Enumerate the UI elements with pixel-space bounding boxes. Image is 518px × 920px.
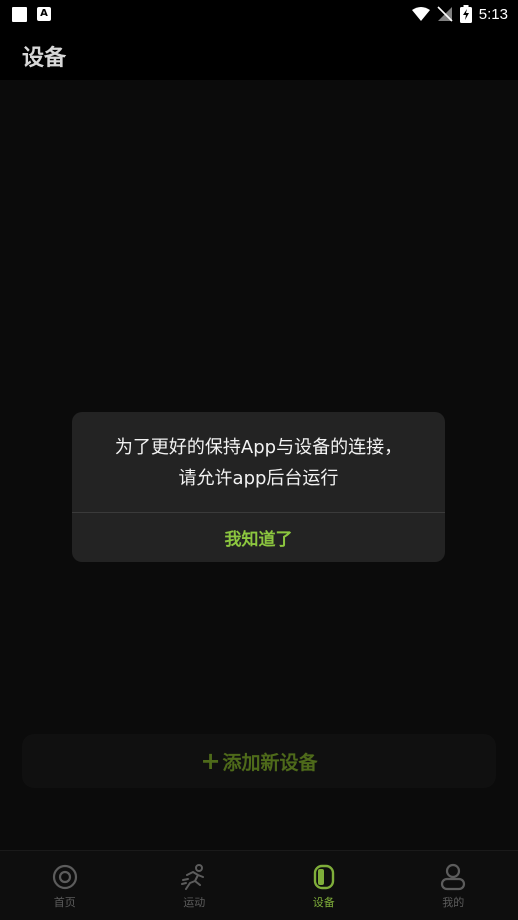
dialog-message-line1: 为了更好的保持App与设备的连接，: [114, 437, 403, 458]
dialog-confirm-button[interactable]: 我知道了: [72, 513, 445, 562]
tab-device[interactable]: 设备: [259, 851, 389, 920]
tab-sport[interactable]: 运动: [130, 851, 260, 920]
notification-square-icon: [12, 6, 27, 22]
tab-home[interactable]: 首页: [0, 851, 130, 920]
status-bar: A 5:13: [0, 0, 518, 28]
add-device-button[interactable]: + 添加新设备: [22, 734, 496, 788]
tab-home-label: 首页: [53, 896, 76, 909]
person-icon: [439, 863, 467, 891]
tab-sport-label: 运动: [183, 896, 206, 909]
dialog-message-line2: 请允许app后台运行: [178, 468, 339, 489]
plus-icon: +: [200, 747, 221, 775]
app-notification-icon: A: [37, 7, 51, 21]
tab-device-label: 设备: [312, 896, 335, 909]
status-time: 5:13: [478, 5, 508, 23]
wifi-icon: [411, 7, 430, 21]
add-device-label: 添加新设备: [222, 751, 318, 774]
target-icon: [51, 863, 79, 891]
runner-icon: [180, 863, 208, 891]
tab-mine-label: 我的: [442, 896, 465, 909]
dialog-message: 为了更好的保持App与设备的连接， 请允许app后台运行: [72, 432, 445, 494]
no-signal-icon: [437, 6, 453, 22]
tab-mine[interactable]: 我的: [389, 851, 518, 920]
permission-dialog: 为了更好的保持App与设备的连接， 请允许app后台运行 我知道了: [72, 412, 445, 562]
watch-icon: [310, 863, 338, 891]
bottom-tab-bar: 首页 运动 设备 我的: [0, 850, 518, 920]
battery-icon: [459, 5, 472, 23]
title-bar: 设备: [0, 28, 518, 80]
page-title: 设备: [22, 46, 67, 71]
